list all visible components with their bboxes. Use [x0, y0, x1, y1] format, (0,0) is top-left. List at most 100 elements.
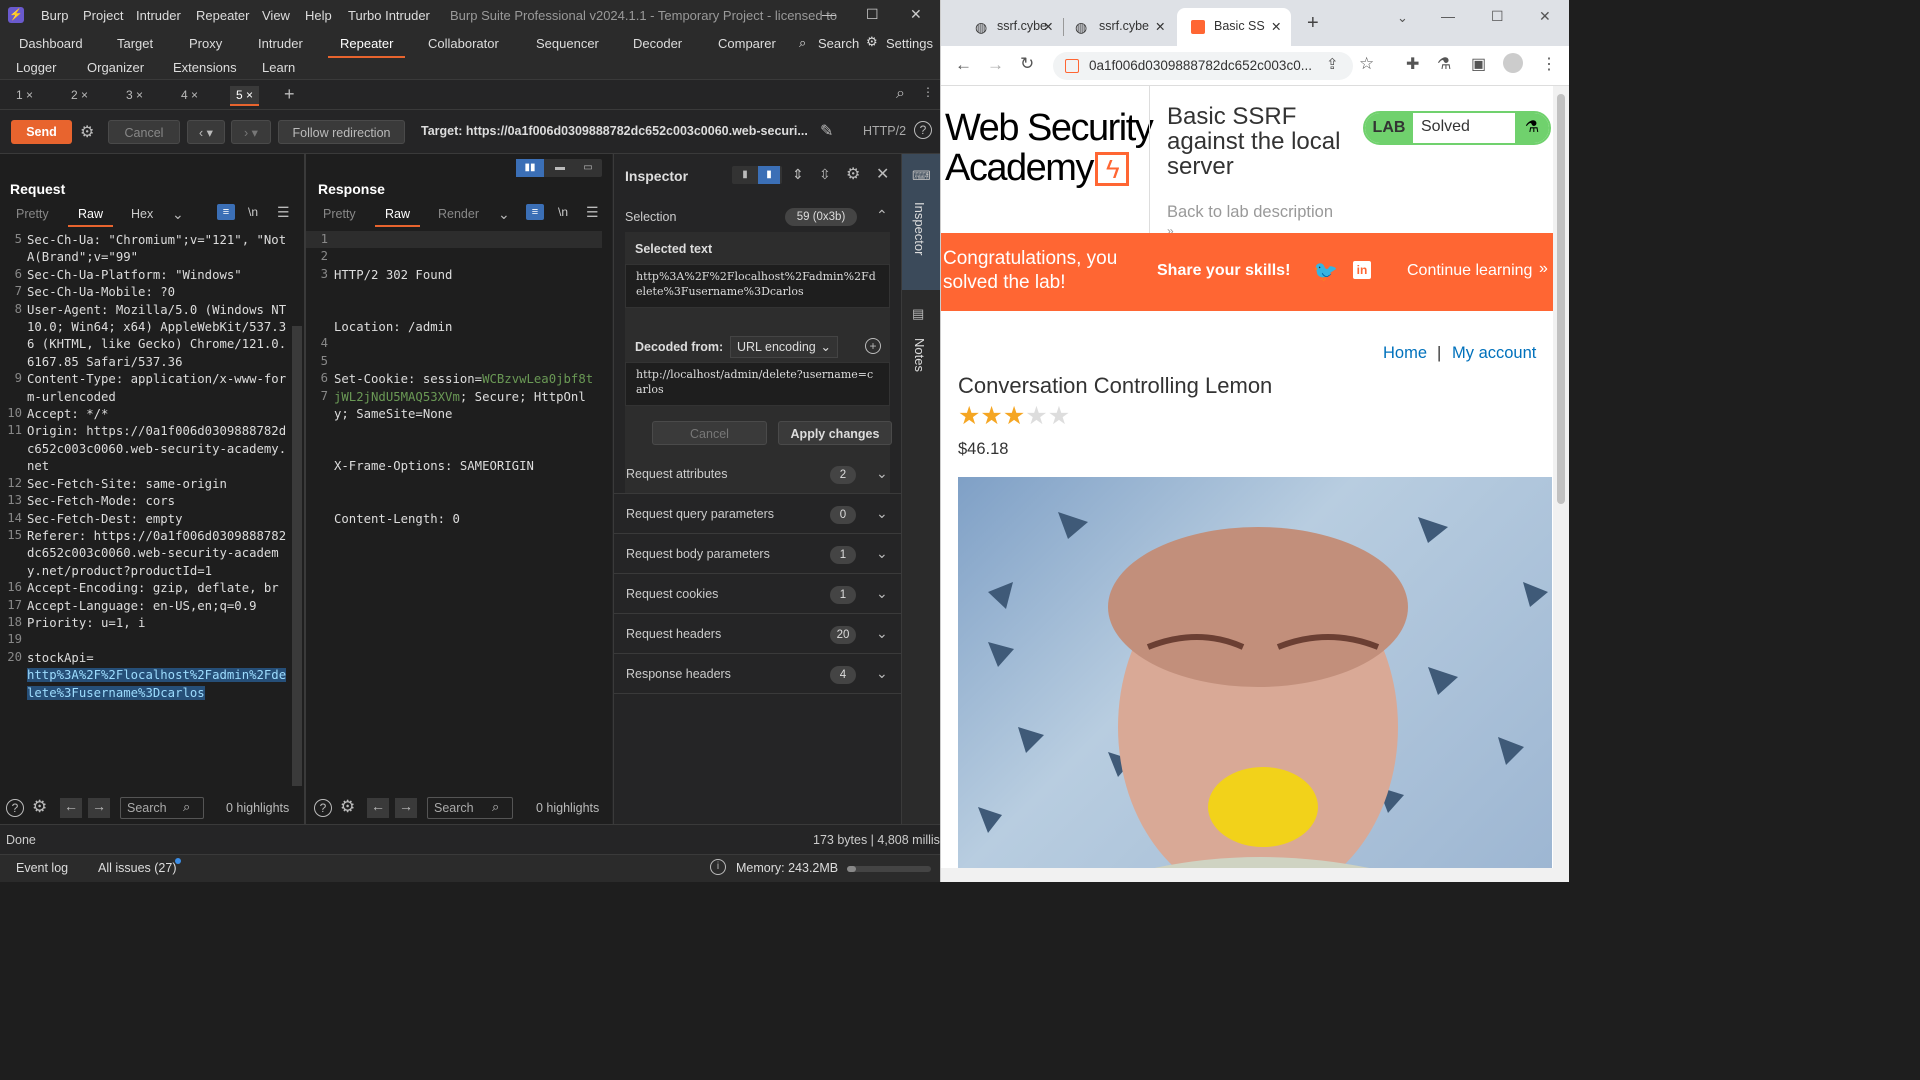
- selected-text-box[interactable]: http%3A%2F%2Flocalhost%2Fadmin%2Fdelete%…: [625, 264, 890, 308]
- lab-extension-icon[interactable]: ⚗: [1437, 54, 1451, 74]
- tab-decoder[interactable]: Decoder: [633, 36, 682, 51]
- gear-icon[interactable]: ⚙: [340, 797, 355, 817]
- inspector-layout-toggle[interactable]: ▮ ▮: [732, 166, 782, 184]
- sidebar-notes-tab[interactable]: ▤ Notes: [902, 294, 940, 394]
- horizontal-scrollbar[interactable]: [941, 868, 1553, 882]
- tab-intruder[interactable]: Intruder: [258, 36, 303, 51]
- chevron-down-icon[interactable]: ⌄: [172, 206, 184, 223]
- minimize-icon[interactable]: —: [1441, 8, 1455, 24]
- inspector-cancel-button[interactable]: Cancel: [652, 421, 767, 445]
- close-icon[interactable]: ✕: [910, 6, 922, 23]
- edit-icon[interactable]: ✎: [820, 121, 833, 141]
- back-to-description-link[interactable]: Back to lab description: [1167, 203, 1333, 222]
- chevron-up-icon[interactable]: ⌃: [876, 207, 888, 224]
- response-tab-pretty[interactable]: Pretty: [323, 207, 356, 221]
- single-pane-icon[interactable]: ▭: [576, 159, 600, 177]
- request-editor[interactable]: 5 Sec-Ch-Ua: "Chromium";v="121", "Not A(B…: [0, 230, 292, 790]
- cancel-button[interactable]: Cancel: [108, 120, 180, 144]
- prev-arrow-icon[interactable]: ←: [367, 798, 389, 818]
- menu-project[interactable]: Project: [83, 8, 123, 23]
- tab-proxy[interactable]: Proxy: [189, 36, 222, 51]
- request-search-input[interactable]: Search: [120, 797, 204, 819]
- response-tab-render[interactable]: Render: [438, 207, 479, 221]
- chevron-down-icon[interactable]: ⌄: [876, 665, 888, 682]
- search-icon[interactable]: ⌕: [896, 85, 905, 103]
- gear-icon[interactable]: ⚙: [866, 34, 878, 50]
- request-scrollbar[interactable]: [292, 326, 302, 786]
- apply-changes-button[interactable]: Apply changes: [778, 421, 892, 445]
- repeater-tab-1[interactable]: 1 ×: [16, 88, 33, 102]
- side-panel-icon[interactable]: ▣: [1471, 54, 1486, 74]
- profile-avatar[interactable]: [1503, 53, 1523, 73]
- browser-tab-2[interactable]: ◍ ssrf.cybe ✕: [1067, 8, 1175, 46]
- inspector-section[interactable]: Request cookies 1 ⌄: [614, 574, 902, 614]
- chevron-down-icon[interactable]: ⌄: [876, 465, 888, 482]
- tab-target[interactable]: Target: [117, 36, 153, 51]
- help-icon[interactable]: ?: [314, 799, 332, 817]
- gear-icon[interactable]: ⚙: [846, 164, 860, 184]
- tab-logger[interactable]: Logger: [16, 60, 56, 75]
- reload-icon[interactable]: ↻: [1020, 54, 1034, 74]
- url-field[interactable]: 0a1f006d0309888782dc652c003c0...: [1053, 52, 1353, 80]
- http-version[interactable]: HTTP/2: [863, 124, 906, 138]
- split-vertical-icon[interactable]: ▬: [548, 159, 572, 177]
- menu-burp[interactable]: Burp: [41, 8, 68, 23]
- browser-tab-3[interactable]: Basic SS ✕: [1177, 8, 1291, 46]
- chevron-down-icon[interactable]: ⌄: [498, 206, 510, 223]
- more-icon[interactable]: ⋮: [1541, 54, 1557, 74]
- tab-search-icon[interactable]: ⌄: [1397, 10, 1408, 26]
- new-tab-icon[interactable]: +: [1307, 12, 1319, 35]
- chevron-down-icon[interactable]: ⌄: [876, 625, 888, 642]
- gear-icon[interactable]: ⚙: [32, 797, 47, 817]
- split-horizontal-icon[interactable]: ▮▮: [516, 159, 544, 177]
- search-icon[interactable]: ⌕: [799, 35, 806, 51]
- request-tab-hex[interactable]: Hex: [131, 207, 153, 221]
- continue-learning-link[interactable]: Continue learning: [1407, 262, 1532, 280]
- all-issues-button[interactable]: All issues (27): [98, 861, 177, 875]
- chevron-down-icon[interactable]: ⌄: [876, 585, 888, 602]
- gear-icon[interactable]: ⚙: [80, 122, 94, 142]
- tab-collaborator[interactable]: Collaborator: [428, 36, 499, 51]
- wrap-icon[interactable]: ≡: [217, 204, 235, 220]
- more-icon[interactable]: ⋮: [922, 85, 934, 99]
- repeater-tab-5[interactable]: 5 ×: [230, 86, 260, 106]
- help-icon[interactable]: ?: [6, 799, 24, 817]
- menu-help[interactable]: Help: [305, 8, 332, 23]
- add-tab-icon[interactable]: +: [284, 84, 295, 105]
- tab-learn[interactable]: Learn: [262, 60, 295, 75]
- add-decode-icon[interactable]: +: [865, 338, 881, 354]
- send-button[interactable]: Send: [11, 120, 72, 144]
- next-arrow-icon[interactable]: →: [88, 798, 110, 818]
- menu-icon[interactable]: ☰: [277, 204, 290, 221]
- tab-comparer[interactable]: Comparer: [718, 36, 776, 51]
- inspector-section[interactable]: Response headers 4 ⌄: [614, 654, 902, 694]
- help-icon[interactable]: ?: [914, 121, 932, 139]
- response-tab-raw[interactable]: Raw: [374, 207, 421, 227]
- maximize-icon[interactable]: ☐: [866, 6, 879, 23]
- event-log-button[interactable]: Event log: [16, 861, 68, 875]
- tab-dashboard[interactable]: Dashboard: [19, 36, 83, 51]
- wsa-logo[interactable]: Web Security Academy ϟ: [945, 108, 1154, 188]
- star-icon[interactable]: ☆: [1359, 54, 1374, 74]
- scrollbar-thumb[interactable]: [1557, 94, 1565, 504]
- menu-view[interactable]: View: [262, 8, 290, 23]
- newline-toggle[interactable]: \n: [558, 205, 568, 219]
- close-icon[interactable]: ✕: [876, 164, 889, 184]
- chevron-down-icon[interactable]: ⌄: [876, 545, 888, 562]
- request-tab-raw[interactable]: Raw: [67, 207, 114, 227]
- close-icon[interactable]: ✕: [1043, 19, 1053, 34]
- response-search-input[interactable]: Search: [427, 797, 513, 819]
- tab-sequencer[interactable]: Sequencer: [536, 36, 599, 51]
- tab-organizer[interactable]: Organizer: [87, 60, 144, 75]
- close-icon[interactable]: ✕: [1271, 19, 1281, 34]
- layout-toggle[interactable]: ▮▮ ▬ ▭: [516, 159, 602, 177]
- settings-button[interactable]: Settings: [886, 36, 933, 51]
- stockapi-payload[interactable]: http%3A%2F%2Flocalhost%2Fadmin%2Fdelete%…: [27, 668, 287, 700]
- search-button[interactable]: Search: [818, 36, 859, 51]
- info-icon[interactable]: i: [710, 859, 726, 875]
- sidebar-inspector-tab[interactable]: ⌨ Inspector: [902, 154, 940, 290]
- tab-extensions[interactable]: Extensions: [173, 60, 237, 75]
- close-icon[interactable]: ✕: [1155, 19, 1165, 34]
- menu-turbo-intruder[interactable]: Turbo Intruder: [348, 8, 430, 23]
- inspector-section[interactable]: Request attributes 2 ⌄: [614, 454, 902, 494]
